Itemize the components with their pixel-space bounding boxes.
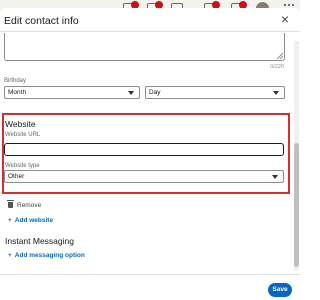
website-type-value: Other xyxy=(8,173,25,180)
website-section-title: Website xyxy=(5,119,36,129)
scrollbar[interactable] xyxy=(294,41,299,271)
resize-grip-icon[interactable] xyxy=(277,53,283,59)
birthday-label: Birthday xyxy=(4,78,27,84)
add-messaging-option-button[interactable]: + Add messaging option xyxy=(8,252,85,259)
plus-icon: + xyxy=(8,252,12,259)
birthday-day-select[interactable]: Day xyxy=(145,86,285,99)
add-messaging-label: Add messaging option xyxy=(14,252,85,259)
plus-icon: + xyxy=(8,217,12,224)
edit-contact-info-modal: Edit contact info × 0/220 Birthday Month… xyxy=(0,8,300,300)
add-website-label: Add website xyxy=(14,217,54,224)
website-url-label: Website URL xyxy=(5,132,41,138)
birthday-month-select[interactable]: Month xyxy=(4,86,140,99)
website-url-input[interactable] xyxy=(4,143,284,156)
address-textarea[interactable] xyxy=(4,33,285,61)
character-count: 0/220 xyxy=(270,64,284,70)
modal-footer: Save xyxy=(0,274,300,300)
chevron-down-icon xyxy=(273,91,279,95)
modal-header: Edit contact info × xyxy=(0,8,300,32)
add-website-button[interactable]: + Add website xyxy=(8,217,53,224)
chevron-down-icon xyxy=(128,91,134,95)
month-select-value: Month xyxy=(8,89,27,96)
instant-messaging-title: Instant Messaging xyxy=(5,236,74,246)
website-type-select[interactable]: Other xyxy=(4,170,284,183)
website-type-label: Website type xyxy=(5,163,40,169)
save-button[interactable]: Save xyxy=(268,283,292,297)
chevron-down-icon xyxy=(272,175,278,179)
modal-title: Edit contact info xyxy=(4,15,79,27)
day-select-value: Day xyxy=(149,89,161,96)
scrollbar-thumb[interactable] xyxy=(294,143,299,267)
remove-label: Remove xyxy=(17,201,42,209)
close-icon[interactable]: × xyxy=(278,12,292,26)
trash-icon xyxy=(7,200,14,208)
remove-website-button[interactable]: Remove xyxy=(7,200,42,210)
